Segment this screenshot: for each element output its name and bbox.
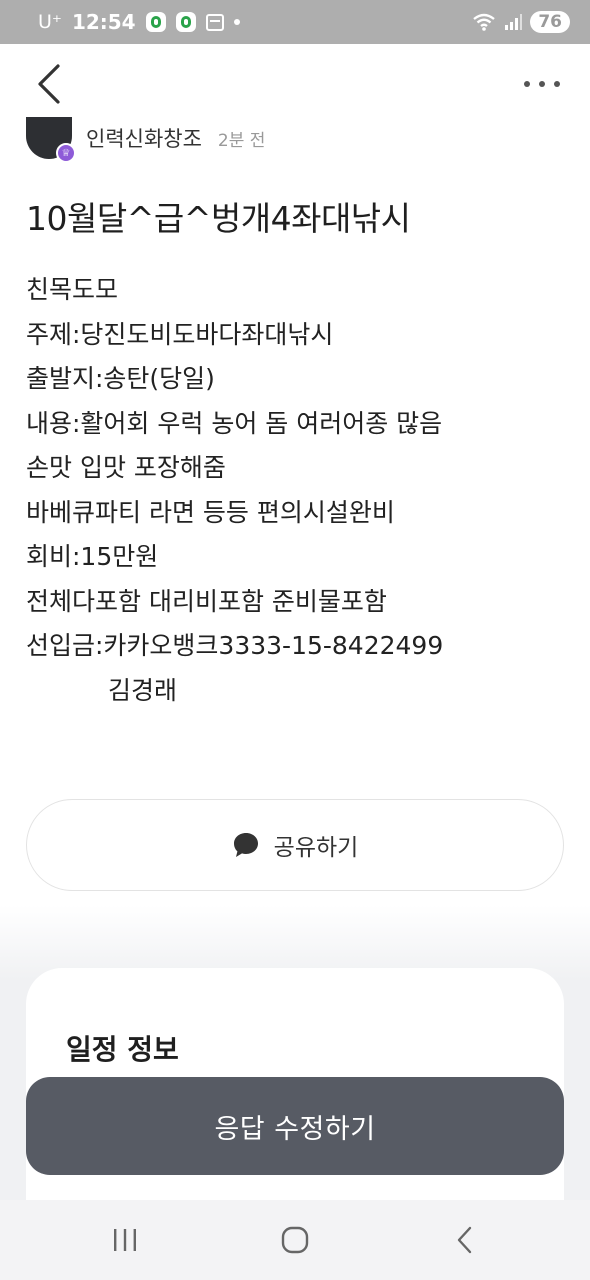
post-time: 2분 전 (217, 130, 266, 151)
author-row: ♕ 인력신화창조 2분 전 (26, 117, 266, 163)
share-button-label: 공유하기 (273, 835, 359, 861)
wifi-icon (473, 13, 496, 31)
app-notification-icon (175, 12, 196, 32)
body-line: 김경래 (108, 675, 178, 705)
more-notifications-dot-icon (233, 19, 240, 25)
home-button[interactable] (255, 1210, 335, 1270)
system-nav-bar (0, 1200, 590, 1280)
home-icon (281, 1226, 309, 1254)
recent-apps-button[interactable] (85, 1210, 165, 1270)
chevron-left-icon (38, 64, 60, 104)
app-notification-icon (145, 12, 166, 32)
back-button[interactable] (30, 62, 70, 106)
share-button[interactable]: 공유하기 (26, 799, 564, 891)
status-bar: U⁺ 12:54 76 (0, 0, 590, 44)
edit-response-label: 응답 수정하기 (214, 1113, 376, 1145)
more-dot (539, 81, 545, 87)
more-options-button[interactable] (524, 74, 560, 94)
speech-bubble-icon (233, 833, 258, 857)
body-line: 선입금:카카오뱅크3333-15-8422499 (26, 631, 444, 660)
post-body: 친목도모 주제:당진도비도바다좌대낚시 출발지:송탄(당일) 내용:활어회 우럭… (26, 268, 443, 713)
top-bar (0, 44, 590, 124)
schedule-title: 일정 정보 (66, 1033, 179, 1066)
body-line: 주제:당진도비도바다좌대낚시 (26, 319, 334, 349)
signal-icon (505, 14, 523, 30)
body-line: 친목도모 (26, 275, 119, 304)
author-name[interactable]: 인력신화창조 (86, 123, 202, 153)
body-line: 회비:15만원 (26, 542, 159, 571)
body-line: 손맛 입맛 포장해줌 (26, 453, 226, 482)
crown-icon: ♕ (56, 143, 76, 163)
avatar[interactable]: ♕ (26, 117, 76, 163)
post-title: 10월달^급^벙개4좌대낚시 (26, 199, 411, 238)
more-horizontal-icon (524, 81, 530, 87)
body-line: 출발지:송탄(당일) (26, 364, 215, 393)
battery-level: 76 (530, 11, 570, 33)
calendar-icon (205, 13, 224, 31)
body-line: 전체다포함 대리비포함 준비물포함 (26, 586, 387, 616)
recent-apps-icon (114, 1229, 136, 1251)
back-arrow-icon (457, 1226, 472, 1254)
system-back-button[interactable] (425, 1210, 505, 1270)
edit-response-button[interactable]: 응답 수정하기 (26, 1077, 564, 1175)
body-line: 내용:활어회 우럭 농어 돔 여러어종 많음 (26, 408, 443, 438)
clock: 12:54 (71, 10, 136, 34)
carrier-label: U⁺ (38, 11, 62, 33)
more-dot (554, 81, 560, 87)
body-line: 바베큐파티 라면 등등 편의시설완비 (26, 497, 395, 527)
